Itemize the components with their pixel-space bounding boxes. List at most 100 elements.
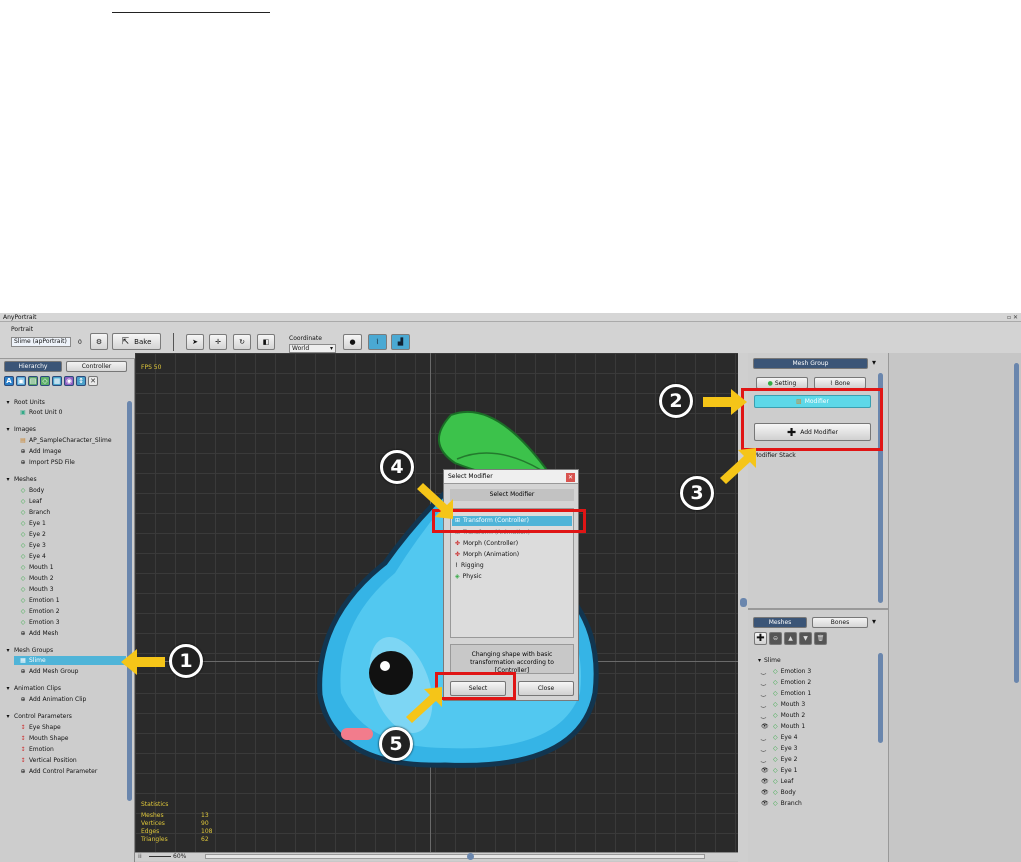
tree-item[interactable]: ◇ Eye 2 (20, 531, 46, 538)
scroll-thumb[interactable] (467, 853, 474, 860)
all-filter-icon[interactable]: A (4, 376, 14, 386)
tree-item[interactable]: ◇ Mouth 2 (20, 575, 54, 582)
mesh-list-item[interactable]: 👁 ◇ Branch (761, 800, 802, 807)
move-tool-button[interactable]: ✛ (209, 334, 227, 350)
rotate-icon: ↻ (239, 338, 245, 346)
modifier-option[interactable]: ✤ Morph (Controller) (455, 540, 518, 547)
mesh-view-button[interactable]: ▟ (391, 334, 410, 350)
scale-tool-button[interactable]: ◧ (257, 334, 275, 350)
tree-item[interactable]: ◇ Eye 1 (20, 520, 46, 527)
dropdown-arrow-icon[interactable]: ▾ (872, 617, 876, 626)
image-filter-icon[interactable]: ▤ (28, 376, 38, 386)
tree-item[interactable]: ▣ Root Unit 0 (20, 409, 62, 416)
trash-icon[interactable]: 🗑 (814, 632, 827, 645)
section-control-parameters[interactable]: ▾ Control Parameters (5, 713, 71, 720)
bake-button[interactable]: ⇱ Bake (112, 333, 161, 350)
section-root-units[interactable]: ▾ Root Units (5, 399, 44, 406)
mesh-list-item[interactable]: 👁 ◇ Leaf (761, 778, 793, 785)
onion-skin-button[interactable]: ● (343, 334, 362, 350)
section-meshes[interactable]: ▾ Meshes (5, 476, 37, 483)
mesh-icon: ◇ (20, 520, 26, 527)
tree-item-label: Body (29, 487, 45, 494)
tree-item[interactable]: ⊕ Add Mesh Group (20, 668, 78, 675)
tab-meshes[interactable]: Meshes (753, 617, 807, 628)
link-icon[interactable]: ⊖ (769, 632, 782, 645)
modifier-option[interactable]: ✤ Morph (Animation) (455, 551, 519, 558)
tree-item[interactable]: ◇ Eye 3 (20, 542, 46, 549)
tab-bones[interactable]: Bones (812, 617, 868, 628)
tree-item[interactable]: ⊕ Add Control Parameter (20, 768, 97, 775)
tree-item[interactable]: ↕ Vertical Position (20, 757, 76, 764)
tree-item[interactable]: ⊕ Add Mesh (20, 630, 58, 637)
tree-item[interactable]: ◇ Emotion 1 (20, 597, 60, 604)
close-button[interactable]: Close (518, 681, 574, 696)
move-down-icon[interactable]: ▼ (799, 632, 812, 645)
tab-hierarchy[interactable]: Hierarchy (4, 361, 62, 372)
mesh-list-item[interactable]: ‿ ◇ Eye 3 (761, 745, 797, 752)
workspace-canvas[interactable]: FPS 50 Statistics Meshes 13 Vertices 90 … (135, 353, 738, 861)
mesh-list-item[interactable]: ‿ ◇ Emotion 2 (761, 679, 811, 686)
root-filter-icon[interactable]: ▣ (16, 376, 26, 386)
tree-item[interactable]: ◇ Mouth 1 (20, 564, 54, 571)
mesh-list-item[interactable]: ‿ ◇ Emotion 3 (761, 668, 811, 675)
horizontal-scrollbar[interactable] (205, 854, 705, 859)
mesh-list-item[interactable]: 👁 ◇ Mouth 1 (761, 723, 805, 730)
section-animation-clips[interactable]: ▾ Animation Clips (5, 685, 60, 692)
mesh-list-item[interactable]: ‿ ◇ Mouth 2 (761, 712, 805, 719)
mesh-list-item[interactable]: ‿ ◇ Mouth 3 (761, 701, 805, 708)
dialog-close-icon[interactable]: ✕ (566, 473, 575, 482)
mesh-list-item[interactable]: 👁 ◇ Body (761, 789, 796, 796)
zoom-handle-icon[interactable]: ⁞⁞ (138, 853, 142, 860)
inspector-scrollbar[interactable] (1014, 363, 1019, 683)
section-title: Meshes (14, 476, 37, 483)
mesh-list-item[interactable]: ‿ ◇ Eye 2 (761, 756, 797, 763)
mesh-root-item[interactable]: ▾ Slime (758, 657, 781, 664)
anim-filter-icon[interactable]: ◉ (64, 376, 74, 386)
tree-item[interactable]: ↕ Eye Shape (20, 724, 60, 731)
section-images[interactable]: ▾ Images (5, 426, 35, 433)
modifier-option-label: Morph (Animation) (463, 551, 520, 558)
settings-gear-button[interactable]: ⚙ (90, 333, 108, 350)
tree-item[interactable]: ⊕ Import PSD File (20, 459, 74, 466)
rotate-tool-button[interactable]: ↻ (233, 334, 251, 350)
modifier-option[interactable]: ⌇ Rigging (455, 562, 484, 569)
tree-item[interactable]: ◇ Eye 4 (20, 553, 46, 560)
tree-item[interactable]: ◇ Body (20, 487, 44, 494)
dropdown-arrow-icon[interactable]: ▾ (872, 358, 876, 367)
mesh-filter-icon[interactable]: ◇ (40, 376, 50, 386)
mesh-list-scrollbar[interactable] (878, 653, 883, 743)
tree-item[interactable]: ◇ Emotion 3 (20, 619, 60, 626)
bone-view-button[interactable]: ⌇ (368, 334, 387, 350)
mesh-list-item[interactable]: ‿ ◇ Eye 4 (761, 734, 797, 741)
mesh-list-item[interactable]: ‿ ◇ Emotion 1 (761, 690, 811, 697)
coordinate-dropdown[interactable]: World ▾ (289, 344, 336, 353)
tree-item-slime[interactable]: ▦ Slime (20, 657, 46, 664)
tree-item[interactable]: ◇ Emotion 2 (20, 608, 60, 615)
tree-item[interactable]: ⊕ Add Animation Clip (20, 696, 86, 703)
meshgroup-filter-icon[interactable]: ▦ (52, 376, 62, 386)
tree-item[interactable]: ◇ Mouth 3 (20, 586, 54, 593)
add-mesh-icon[interactable]: ✚ (754, 632, 767, 645)
select-tool-button[interactable]: ➤ (186, 334, 204, 350)
tab-controller[interactable]: Controller (66, 361, 127, 372)
param-filter-icon[interactable]: ↕ (76, 376, 86, 386)
window-controls-icon[interactable]: ▫ ✕ (1007, 313, 1018, 322)
canvas-vertical-thumb[interactable] (740, 598, 747, 607)
filter-icon-row: A ▣ ▤ ◇ ▦ ◉ ↕ ✕ (4, 376, 98, 386)
modifier-option[interactable]: ◈ Physic (455, 573, 482, 580)
close-filter-icon[interactable]: ✕ (88, 376, 98, 386)
tree-item[interactable]: ▤ AP_SampleCharacter_Slime (20, 437, 111, 444)
tree-item[interactable]: ↕ Emotion (20, 746, 53, 753)
hierarchy-scrollbar[interactable] (127, 401, 132, 801)
tree-item[interactable]: ⊕ Add Image (20, 448, 61, 455)
portrait-field[interactable]: Slime (apPortrait) (11, 337, 71, 347)
tree-item[interactable]: ◇ Branch (20, 509, 50, 516)
mesh-list-item[interactable]: 👁 ◇ Eye 1 (761, 767, 797, 774)
tab-mesh-group[interactable]: Mesh Group (753, 358, 868, 369)
move-up-icon[interactable]: ▲ (784, 632, 797, 645)
tree-item[interactable]: ↕ Mouth Shape (20, 735, 68, 742)
section-mesh-groups[interactable]: ▾ Mesh Groups (5, 647, 53, 654)
tree-item[interactable]: ◇ Leaf (20, 498, 42, 505)
zoom-slider[interactable] (149, 856, 171, 857)
stat-value: 62 (201, 836, 209, 843)
